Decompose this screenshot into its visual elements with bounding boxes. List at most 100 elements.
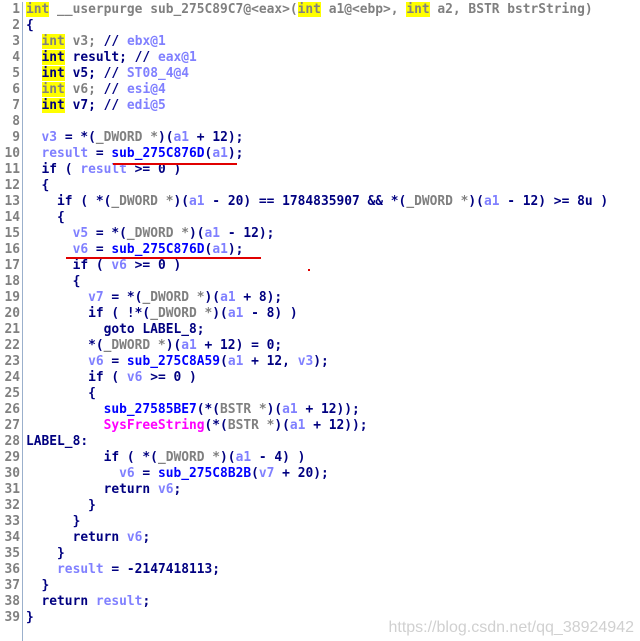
code-token: v3 [297, 354, 314, 369]
code-token: sub_275C876D [111, 242, 205, 257]
code-line[interactable]: 21 goto LABEL_8; [0, 322, 640, 338]
code-line[interactable]: 31 return v6; [0, 482, 640, 498]
code-token: int [41, 82, 65, 97]
code-line[interactable]: 27 SysFreeString(*(BSTR *)(a1 + 12)); [0, 418, 640, 434]
code-line[interactable]: 25 { [0, 386, 640, 402]
code-line[interactable]: 2{ [0, 18, 640, 34]
code-token: if ( !*( [26, 306, 151, 321]
line-number: 28 [4, 434, 20, 449]
code-line[interactable]: 11 if ( result >= 0 ) [0, 162, 640, 178]
code-token: - 12); [220, 226, 275, 241]
code-line[interactable]: 12 { [0, 178, 640, 194]
code-token: >= 0 ) [126, 258, 182, 273]
line-number: 20 [4, 306, 20, 321]
code-token: result [95, 594, 143, 609]
code-token: if ( [26, 370, 127, 385]
line-number: 17 [4, 258, 20, 273]
code-token: sub_275C876D [111, 146, 205, 161]
code-line[interactable]: 22 *(_DWORD *)(a1 + 12) = 0; [0, 338, 640, 354]
code-text: v6 = sub_275C8A59(a1 + 12, v3); [26, 354, 329, 370]
line-number: 31 [4, 482, 20, 497]
code-line[interactable]: 9 v3 = *(_DWORD *)(a1 + 12); [0, 130, 640, 146]
code-line[interactable]: 36 result = -2147418113; [0, 562, 640, 578]
code-token: } [26, 578, 50, 593]
code-line[interactable]: 15 v5 = *(_DWORD *)(a1 - 12); [0, 226, 640, 242]
code-line[interactable]: 19 v7 = *(_DWORD *)(a1 + 8); [0, 290, 640, 306]
code-text: } [26, 610, 34, 626]
line-number: 1 [12, 2, 20, 17]
code-line[interactable]: 28 LABEL_8: [0, 434, 640, 450]
code-token: _DWORD * [103, 338, 166, 353]
code-token: )( [274, 418, 290, 433]
code-token: _DWORD * [111, 194, 174, 209]
code-token: - 12) >= 8u ) [499, 194, 609, 209]
code-line[interactable]: 6 int v6; // esi@4 [0, 82, 640, 98]
code-line[interactable]: 33 } [0, 514, 640, 530]
code-text: } [26, 514, 81, 530]
code-text: return v6; [26, 530, 151, 546]
code-token: v6 [72, 242, 89, 257]
code-token: edi@5 [126, 98, 166, 113]
code-line[interactable]: 37 } [0, 578, 640, 594]
code-line[interactable]: 17 if ( v6 >= 0 ) [0, 258, 640, 274]
code-text: v5 = *(_DWORD *)(a1 - 12); [26, 226, 275, 242]
code-line[interactable]: 1 int __userpurge sub_275C89C7@<eax>(int … [0, 2, 640, 18]
code-text: } [26, 498, 96, 514]
code-text: SysFreeString(*(BSTR *)(a1 + 12)); [26, 418, 368, 434]
code-token: = *( [88, 226, 127, 241]
code-token: )( [165, 338, 182, 353]
code-line[interactable]: 20 if ( !*(_DWORD *)(a1 - 8) ) [0, 306, 640, 322]
code-line[interactable]: 3 int v3; // ebx@1 [0, 34, 640, 50]
code-token: v6 [111, 258, 127, 273]
code-token: = [103, 354, 127, 369]
code-line[interactable]: 13 if ( *(_DWORD *)(a1 - 20) == 17848359… [0, 194, 640, 210]
code-line[interactable]: 5 int v5; // ST08_4@4 [0, 66, 640, 82]
code-text: *(_DWORD *)(a1 + 12) = 0; [26, 338, 282, 354]
code-token: v3; [64, 34, 104, 49]
code-line[interactable]: 8 [0, 114, 640, 130]
code-line[interactable]: 14 { [0, 210, 640, 226]
code-token: v5 [72, 226, 89, 241]
code-token: a2, BSTR bstrString) [429, 2, 593, 17]
line-number: 36 [4, 562, 20, 577]
code-line[interactable]: 30 v6 = sub_275C8B2B(v7 + 20); [0, 466, 640, 482]
code-token: a1 [204, 226, 221, 241]
code-token: __userpurge sub_275C89C7@<eax>( [49, 2, 298, 17]
code-token: v7 [258, 466, 275, 481]
code-line[interactable]: 10 result = sub_275C876D(a1); [0, 146, 640, 162]
code-token: )( [173, 194, 189, 209]
code-line[interactable]: 23 v6 = sub_275C8A59(a1 + 12, v3); [0, 354, 640, 370]
code-token: { [26, 178, 50, 193]
code-line[interactable]: 18 { [0, 274, 640, 290]
code-line[interactable]: 26 sub_27585BE7(*(BSTR *)(a1 + 12)); [0, 402, 640, 418]
code-line[interactable]: 16 v6 = sub_275C876D(a1); [0, 242, 640, 258]
code-line[interactable]: 32 } [0, 498, 640, 514]
line-number: 33 [4, 514, 20, 529]
code-line[interactable]: 24 if ( v6 >= 0 ) [0, 370, 640, 386]
code-line[interactable]: 4 int result; // eax@1 [0, 50, 640, 66]
code-text: if ( v6 >= 0 ) [26, 370, 197, 386]
code-line[interactable]: 34 return v6; [0, 530, 640, 546]
code-token: _DWORD * [406, 194, 469, 209]
code-token: ebx@1 [126, 34, 166, 49]
code-line[interactable]: 38 return result; [0, 594, 640, 610]
pseudocode-view[interactable]: 1 int __userpurge sub_275C89C7@<eax>(int … [0, 2, 640, 641]
code-token: ; [173, 482, 182, 497]
code-line[interactable]: 7 int v7; // edi@5 [0, 98, 640, 114]
code-text: if ( !*(_DWORD *)(a1 - 8) ) [26, 306, 298, 322]
code-token: if ( *( [26, 450, 158, 465]
code-token: a1 [212, 146, 228, 161]
code-token: } [26, 498, 96, 513]
code-token: _DWORD * [150, 306, 213, 321]
line-number: 9 [12, 130, 20, 145]
code-line[interactable]: 29 if ( *(_DWORD *)(a1 - 4) ) [0, 450, 640, 466]
code-token: + 8); [235, 290, 283, 305]
code-line[interactable]: 35 } [0, 546, 640, 562]
code-token: ST08_4@4 [126, 66, 190, 81]
code-token: (*( [204, 418, 228, 433]
